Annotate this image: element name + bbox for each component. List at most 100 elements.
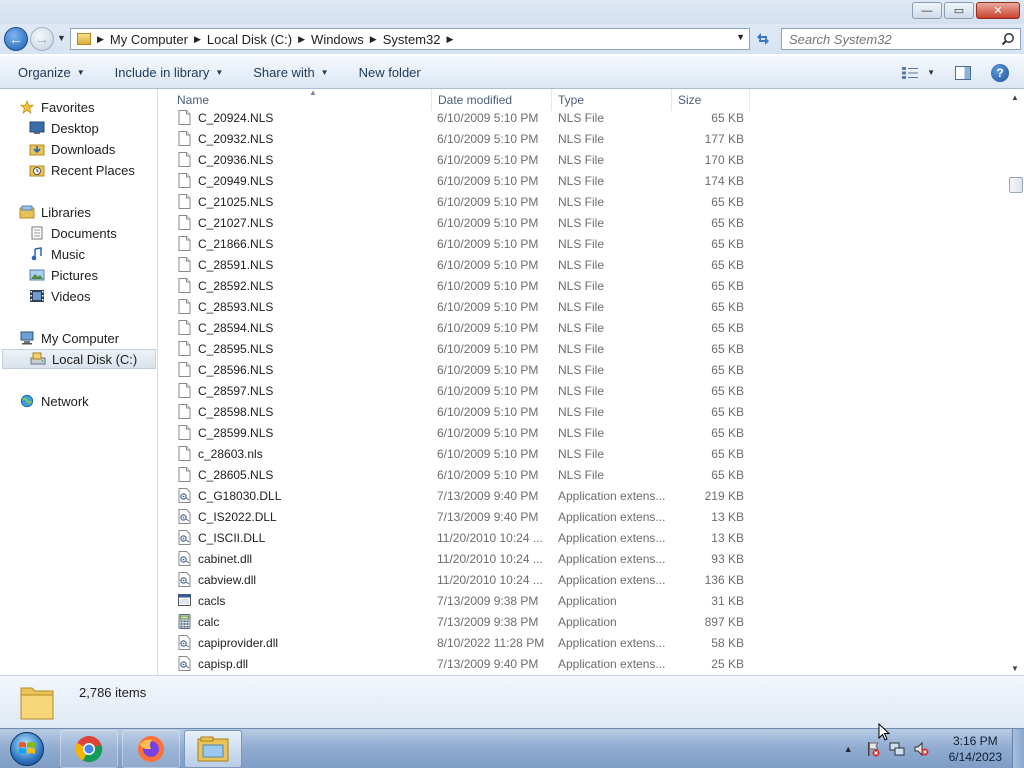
vertical-scrollbar[interactable]: ▲ ▼ — [1008, 89, 1024, 675]
file-row[interactable]: cabinet.dll 11/20/2010 10:24 ... Applicati… — [159, 548, 759, 569]
search-box[interactable] — [781, 28, 1021, 50]
file-row[interactable]: capiprovider.dll 8/10/2022 11:28 PM Applic… — [159, 632, 759, 653]
action-center-flag-icon[interactable] — [865, 741, 881, 757]
scroll-up-icon[interactable]: ▲ — [1011, 93, 1019, 102]
scroll-down-icon[interactable]: ▼ — [1011, 664, 1019, 673]
file-row[interactable]: C_28594.NLS 6/10/2009 5:10 PM NLS File 65 K… — [159, 317, 759, 338]
taskbar-explorer[interactable] — [184, 730, 242, 768]
show-hidden-icons-icon[interactable]: ▲ — [844, 744, 853, 754]
show-desktop-button[interactable] — [1012, 729, 1024, 768]
file-row[interactable]: C_28592.NLS 6/10/2009 5:10 PM NLS File 65 K… — [159, 275, 759, 296]
file-type: NLS File — [558, 237, 605, 251]
file-row[interactable]: C_ISCII.DLL 11/20/2010 10:24 ... Applicati… — [159, 527, 759, 548]
nav-item-videos[interactable]: Videos — [29, 286, 91, 306]
nav-libraries[interactable]: Libraries — [19, 202, 91, 222]
back-button[interactable]: ← — [4, 27, 28, 51]
nav-item-downloads[interactable]: Downloads — [29, 139, 115, 159]
nav-item-pictures[interactable]: Pictures — [29, 265, 98, 285]
recent-pages-dropdown[interactable]: ▼ — [57, 33, 66, 43]
nav-item-music[interactable]: Music — [29, 244, 85, 264]
chevron-right-icon[interactable]: ▶ — [298, 34, 305, 45]
breadcrumb-local-disk[interactable]: Local Disk (C:) — [207, 32, 292, 47]
file-row[interactable]: cacls 7/13/2009 9:38 PM Application 31 KB — [159, 590, 759, 611]
views-icon[interactable] — [901, 66, 919, 80]
include-in-library-label: Include in library — [114, 64, 210, 80]
explorer-icon — [197, 736, 229, 762]
file-row[interactable]: C_21866.NLS 6/10/2009 5:10 PM NLS File 65 K… — [159, 233, 759, 254]
file-list[interactable]: Name ▲ Date modified Type Size C_20924.N… — [159, 89, 1008, 675]
include-in-library-button[interactable]: Include in library ▼ — [101, 56, 240, 89]
taskbar-firefox[interactable] — [122, 730, 180, 768]
chevron-right-icon[interactable]: ▶ — [194, 34, 201, 45]
file-date-modified: 6/10/2009 5:10 PM — [437, 153, 539, 167]
file-row[interactable]: C_28598.NLS 6/10/2009 5:10 PM NLS File 65 K… — [159, 401, 759, 422]
file-row[interactable]: C_28605.NLS 6/10/2009 5:10 PM NLS File 65 K… — [159, 464, 759, 485]
nav-item-recent-places[interactable]: Recent Places — [29, 160, 135, 180]
nav-my-computer[interactable]: My Computer — [19, 328, 119, 348]
file-size: 219 KB — [704, 489, 744, 503]
file-row[interactable]: c_28603.nls 6/10/2009 5:10 PM NLS File 65 K… — [159, 443, 759, 464]
clock[interactable]: 3:16 PM 6/14/2023 — [949, 733, 1002, 765]
file-row[interactable]: C_IS2022.DLL 7/13/2009 9:40 PM Application… — [159, 506, 759, 527]
file-row[interactable]: cabview.dll 11/20/2010 10:24 ... Applicati… — [159, 569, 759, 590]
clock-date: 6/14/2023 — [948, 750, 1002, 764]
file-row[interactable]: C_20924.NLS 6/10/2009 5:10 PM NLS File 65 K… — [159, 107, 759, 128]
new-folder-button[interactable]: New folder — [345, 56, 437, 89]
nav-network[interactable]: Network — [19, 391, 89, 411]
file-size: 65 KB — [711, 237, 744, 251]
file-row[interactable]: capisp.dll 7/13/2009 9:40 PM Application e… — [159, 653, 759, 674]
views-dropdown[interactable]: ▼ — [927, 68, 935, 77]
volume-muted-icon[interactable] — [913, 741, 929, 757]
forward-button[interactable]: → — [30, 27, 54, 51]
breadcrumb-system32[interactable]: System32 — [383, 32, 441, 47]
breadcrumb-windows[interactable]: Windows — [311, 32, 364, 47]
file-icon — [178, 215, 191, 230]
nav-item-documents[interactable]: Documents — [29, 223, 117, 243]
chevron-down-icon[interactable]: ▼ — [736, 32, 745, 42]
file-row[interactable]: C_28599.NLS 6/10/2009 5:10 PM NLS File 65 K… — [159, 422, 759, 443]
share-with-button[interactable]: Share with ▼ — [239, 56, 344, 89]
file-icon — [178, 446, 191, 461]
file-name: calc — [198, 615, 220, 629]
scrollbar-thumb[interactable] — [1009, 177, 1023, 193]
nav-favorites[interactable]: Favorites — [19, 97, 94, 117]
refresh-button[interactable] — [752, 28, 774, 50]
search-icon[interactable] — [1001, 32, 1015, 46]
nav-item-desktop[interactable]: Desktop — [29, 118, 99, 138]
details-pane: 2,786 items — [0, 675, 1024, 728]
chevron-right-icon[interactable]: ▶ — [97, 34, 104, 45]
file-type: NLS File — [558, 321, 605, 335]
maximize-button[interactable]: ▭ — [944, 2, 974, 19]
file-icon — [178, 299, 191, 314]
organize-button[interactable]: Organize ▼ — [0, 56, 101, 89]
file-row[interactable]: C_28593.NLS 6/10/2009 5:10 PM NLS File 65 K… — [159, 296, 759, 317]
address-bar[interactable]: ▶ My Computer ▶ Local Disk (C:) ▶ Window… — [70, 28, 750, 50]
file-row[interactable]: C_21025.NLS 6/10/2009 5:10 PM NLS File 65 K… — [159, 191, 759, 212]
taskbar-chrome[interactable] — [60, 730, 118, 768]
file-row[interactable]: C_28595.NLS 6/10/2009 5:10 PM NLS File 65 K… — [159, 338, 759, 359]
minimize-button[interactable]: — — [912, 2, 942, 19]
nav-item-local-disk[interactable]: Local Disk (C:) — [2, 349, 156, 369]
file-row[interactable]: C_20949.NLS 6/10/2009 5:10 PM NLS File 174 … — [159, 170, 759, 191]
file-row[interactable]: C_28591.NLS 6/10/2009 5:10 PM NLS File 65 K… — [159, 254, 759, 275]
file-row[interactable]: calc 7/13/2009 9:38 PM Application 897 KB — [159, 611, 759, 632]
chevron-right-icon[interactable]: ▶ — [447, 34, 454, 45]
chevron-right-icon[interactable]: ▶ — [370, 34, 377, 45]
file-row[interactable]: C_20932.NLS 6/10/2009 5:10 PM NLS File 177 … — [159, 128, 759, 149]
breadcrumb-my-computer[interactable]: My Computer — [110, 32, 188, 47]
file-size: 65 KB — [711, 216, 744, 230]
file-row[interactable]: C_28596.NLS 6/10/2009 5:10 PM NLS File 65 K… — [159, 359, 759, 380]
search-input[interactable] — [782, 29, 992, 49]
file-row[interactable]: C_28597.NLS 6/10/2009 5:10 PM NLS File 65 K… — [159, 380, 759, 401]
start-button[interactable] — [4, 731, 50, 767]
preview-pane-icon[interactable] — [955, 65, 971, 80]
file-size: 65 KB — [711, 468, 744, 482]
file-name: C_21025.NLS — [198, 195, 274, 209]
file-row[interactable]: C_21027.NLS 6/10/2009 5:10 PM NLS File 65 K… — [159, 212, 759, 233]
network-status-icon[interactable] — [889, 741, 905, 757]
firefox-icon — [138, 736, 164, 762]
file-row[interactable]: C_20936.NLS 6/10/2009 5:10 PM NLS File 170 … — [159, 149, 759, 170]
close-button[interactable]: ✕ — [976, 2, 1020, 19]
help-icon[interactable]: ? — [991, 63, 1009, 82]
file-row[interactable]: C_G18030.DLL 7/13/2009 9:40 PM Application… — [159, 485, 759, 506]
